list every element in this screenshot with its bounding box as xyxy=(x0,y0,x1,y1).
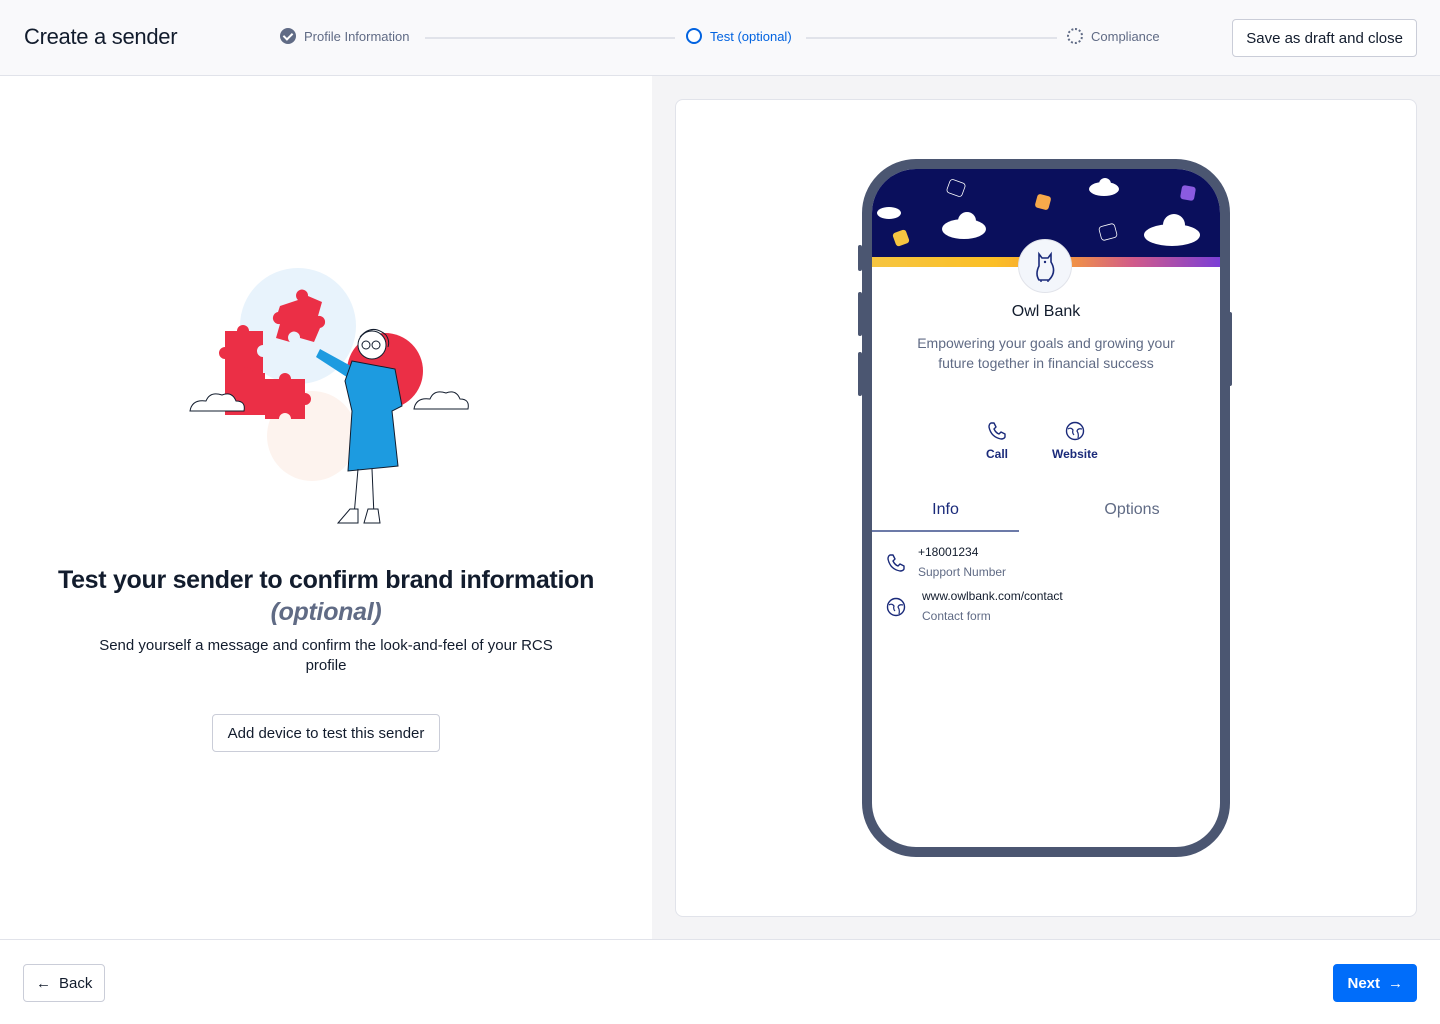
step-connector xyxy=(806,37,1057,39)
globe-icon xyxy=(1065,421,1085,441)
next-label: Next xyxy=(1347,974,1380,992)
brand-description: Empowering your goals and growing your f… xyxy=(917,335,1175,371)
section-heading: Test your sender to confirm brand inform… xyxy=(0,564,652,628)
current-step-circle-icon xyxy=(686,28,702,44)
website-action[interactable]: Website xyxy=(1052,421,1098,461)
phone-icon xyxy=(988,422,1006,440)
arrow-right-icon: → xyxy=(1388,974,1403,992)
step-test[interactable]: Test (optional) xyxy=(686,28,792,44)
call-action[interactable]: Call xyxy=(986,421,1008,461)
step-label: Profile Information xyxy=(304,28,410,44)
preview-tabs: Info Options xyxy=(872,497,1220,532)
puzzle-illustration xyxy=(180,261,480,541)
preview-card: Owl Bank Empowering your goals and growi… xyxy=(675,99,1417,917)
heading-optional: (optional) xyxy=(270,598,382,626)
contact-form-caption: Contact form xyxy=(922,609,991,623)
test-sender-panel: Test your sender to confirm brand inform… xyxy=(0,76,652,939)
owl-icon xyxy=(1036,251,1055,282)
phone-mockup: Owl Bank Empowering your goals and growi… xyxy=(862,159,1230,857)
globe-icon xyxy=(886,597,906,617)
back-button[interactable]: ← Back xyxy=(23,964,106,1002)
banner-clouds xyxy=(877,178,1200,246)
brand-logo xyxy=(1018,239,1072,293)
progress-stepper: Profile Information Test (optional) Comp… xyxy=(280,28,1162,48)
step-profile-information[interactable]: Profile Information xyxy=(280,28,410,44)
cloud-right xyxy=(413,391,469,410)
phone-icon xyxy=(887,554,905,572)
step-label: Test (optional) xyxy=(710,28,792,44)
preview-panel: Owl Bank Empowering your goals and growi… xyxy=(652,76,1440,939)
section-description: Send yourself a message and confirm the … xyxy=(99,637,553,674)
info-item-support-number[interactable]: +18001234 Support Number xyxy=(886,543,1006,583)
step-label: Compliance xyxy=(1091,28,1160,44)
page-title: Create a sender xyxy=(24,24,178,49)
add-device-button[interactable]: Add device to test this sender xyxy=(212,714,440,752)
step-connector xyxy=(425,37,675,39)
pending-step-dotted-circle-icon xyxy=(1067,28,1083,44)
back-label: Back xyxy=(59,974,93,992)
footer: ← Back Next → xyxy=(0,939,1440,1024)
call-label: Call xyxy=(986,447,1009,461)
header: Create a sender Profile Information Test… xyxy=(0,0,1440,76)
check-circle-icon xyxy=(280,28,296,44)
info-item-contact-form[interactable]: www.owlbank.com/contact Contact form xyxy=(886,587,1063,627)
tab-info[interactable]: Info xyxy=(872,497,1019,532)
support-number-caption: Support Number xyxy=(918,565,1007,579)
step-compliance[interactable]: Compliance xyxy=(1067,28,1160,44)
support-number-value: +18001234 xyxy=(918,545,979,559)
brand-name: Owl Bank xyxy=(1011,303,1081,320)
next-button[interactable]: Next → xyxy=(1333,964,1417,1002)
yellow-puzzle-piece xyxy=(892,229,910,247)
purple-puzzle-piece xyxy=(1180,185,1196,201)
save-as-draft-button[interactable]: Save as draft and close xyxy=(1232,19,1417,57)
heading-text: Test your sender to confirm brand inform… xyxy=(57,566,595,594)
arrow-left-icon: ← xyxy=(36,974,51,992)
orange-puzzle-piece xyxy=(1035,194,1051,210)
website-label: Website xyxy=(1052,447,1098,461)
tab-options[interactable]: Options xyxy=(1072,497,1192,532)
contact-url-value: www.owlbank.com/contact xyxy=(922,589,1063,603)
